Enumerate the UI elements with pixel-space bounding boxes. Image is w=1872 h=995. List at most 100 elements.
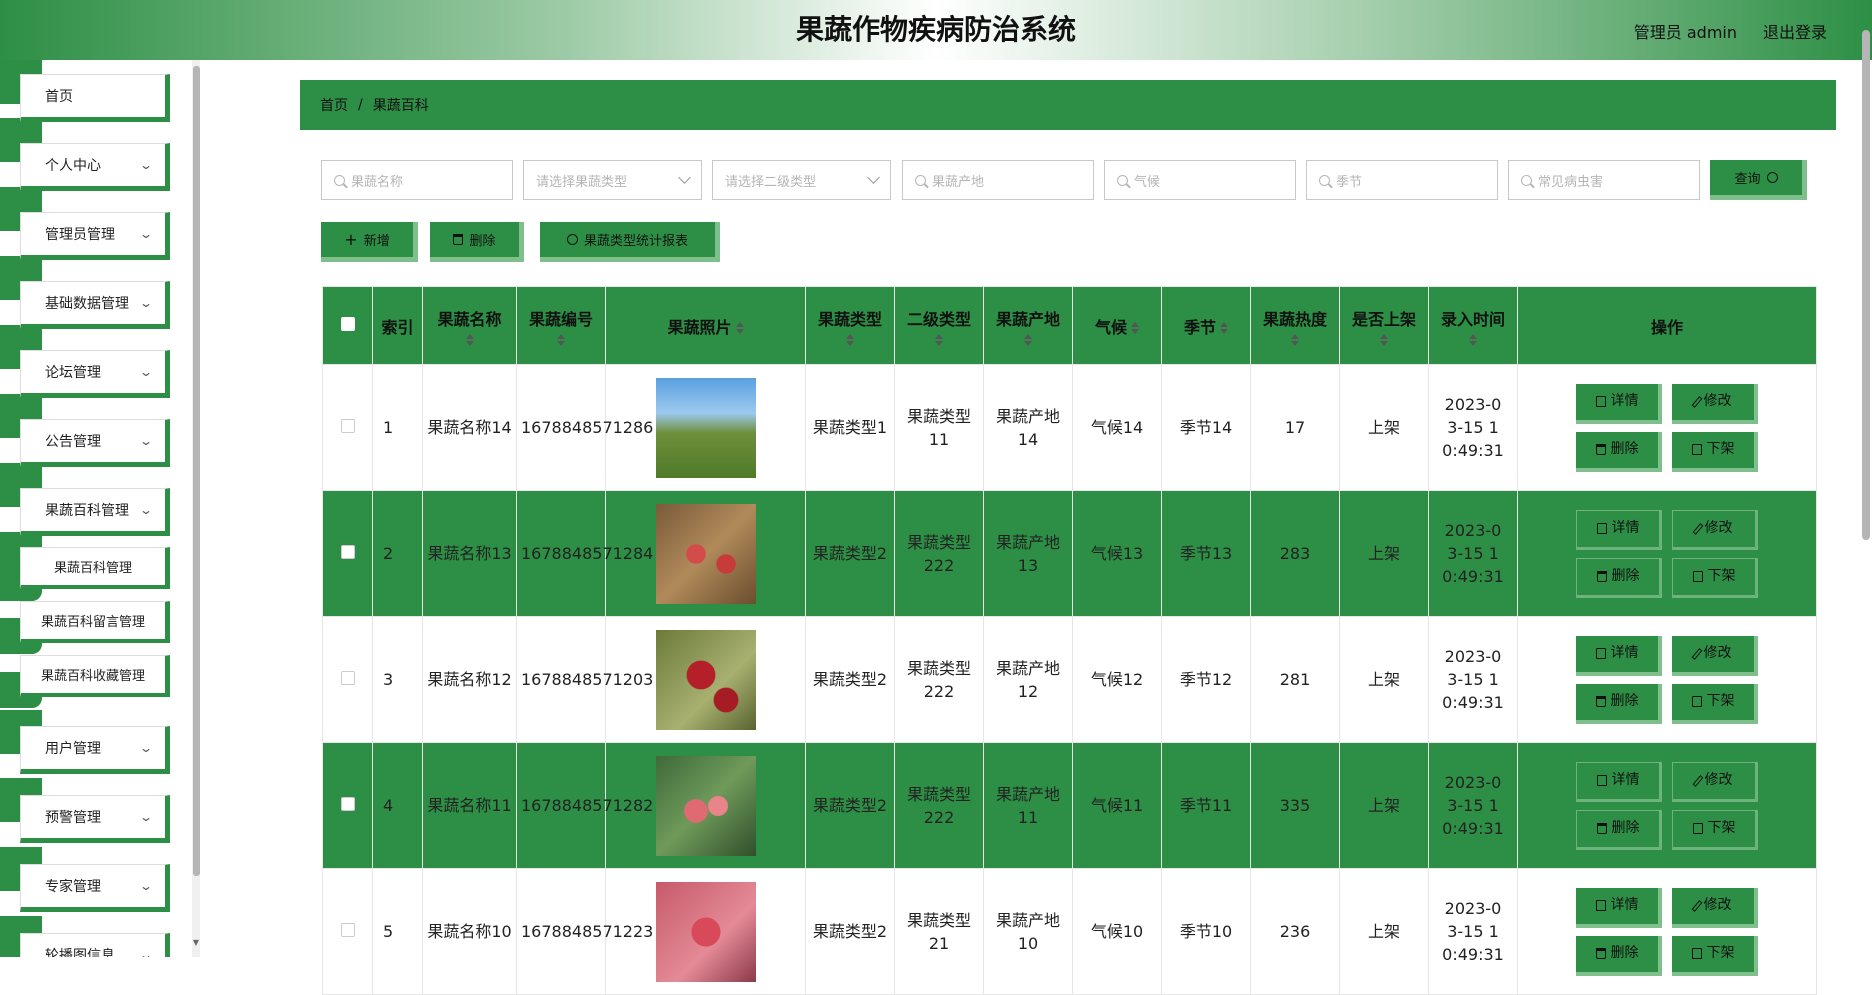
type-select[interactable]: 请选择果蔬类型 bbox=[523, 160, 702, 200]
col-name[interactable]: 果蔬名称 bbox=[422, 286, 517, 365]
detail-button[interactable]: 详情 bbox=[1576, 383, 1662, 424]
col-origin[interactable]: 果蔬产地 bbox=[983, 286, 1073, 365]
table-header-row: 索引 果蔬名称 果蔬编号 果蔬照片 果蔬类型 二级类型 果蔬产地 气候 季节 果… bbox=[322, 286, 1817, 365]
fruit-photo[interactable] bbox=[655, 503, 756, 604]
edit-button[interactable]: 修改 bbox=[1672, 887, 1758, 928]
col-code[interactable]: 果蔬编号 bbox=[516, 286, 606, 365]
row-checkbox[interactable] bbox=[322, 490, 373, 617]
col-index: 索引 bbox=[372, 286, 423, 365]
document-icon bbox=[1691, 948, 1702, 959]
cell-onshelf: 上架 bbox=[1339, 616, 1429, 743]
query-button[interactable]: 查询 bbox=[1710, 160, 1807, 200]
col-photo[interactable]: 果蔬照片 bbox=[605, 286, 806, 365]
delete-button[interactable]: 删除 bbox=[1576, 557, 1662, 598]
offshelf-button[interactable]: 下架 bbox=[1672, 431, 1758, 472]
cell-origin: 果蔬产地11 bbox=[983, 742, 1073, 869]
delete-button[interactable]: 删除 bbox=[1576, 809, 1662, 850]
col-ops: 操作 bbox=[1517, 286, 1817, 365]
subtype-select[interactable]: 请选择二级类型 bbox=[712, 160, 891, 200]
sidebar-item-admin[interactable]: 管理员管理 ⌄ bbox=[20, 212, 170, 260]
col-climate[interactable]: 气候 bbox=[1072, 286, 1162, 365]
cell-onshelf: 上架 bbox=[1339, 490, 1429, 617]
trash-icon bbox=[1595, 444, 1606, 455]
row-checkbox[interactable] bbox=[322, 616, 373, 743]
sidebar-subitem-comments[interactable]: 果蔬百科留言管理 bbox=[20, 601, 170, 643]
cell-ops: 详情 修改 删除 下架 bbox=[1517, 364, 1817, 491]
cell-season: 季节12 bbox=[1161, 616, 1251, 743]
cell-subtype: 果蔬类型11 bbox=[894, 364, 984, 491]
edit-button[interactable]: 修改 bbox=[1672, 761, 1758, 802]
chevron-down-icon: ⌄ bbox=[138, 296, 154, 310]
col-season[interactable]: 季节 bbox=[1161, 286, 1251, 365]
breadcrumb: 首页 / 果蔬百科 bbox=[300, 80, 1836, 130]
search-icon bbox=[915, 174, 926, 186]
sidebar-item-carousel[interactable]: 轮播图信息 ⌄ bbox=[20, 933, 170, 957]
batch-delete-button[interactable]: 删除 bbox=[430, 222, 524, 262]
row-checkbox[interactable] bbox=[322, 364, 373, 491]
sidebar-item-experts[interactable]: 专家管理 ⌄ bbox=[20, 864, 170, 912]
cell-season: 季节13 bbox=[1161, 490, 1251, 617]
detail-button[interactable]: 详情 bbox=[1576, 887, 1662, 928]
sidebar-item-personal[interactable]: 个人中心 ⌄ bbox=[20, 143, 170, 191]
sidebar-item-notice[interactable]: 公告管理 ⌄ bbox=[20, 419, 170, 467]
cell-type: 果蔬类型2 bbox=[805, 868, 895, 995]
offshelf-button[interactable]: 下架 bbox=[1672, 809, 1758, 850]
search-origin-input[interactable]: 果蔬产地 bbox=[902, 160, 1094, 200]
col-heat[interactable]: 果蔬热度 bbox=[1250, 286, 1340, 365]
fruit-photo[interactable] bbox=[655, 755, 756, 856]
sidebar-item-encyclopedia[interactable]: 果蔬百科管理 ⌄ bbox=[20, 488, 170, 536]
edit-button[interactable]: 修改 bbox=[1672, 383, 1758, 424]
col-time[interactable]: 录入时间 bbox=[1428, 286, 1518, 365]
search-season-input[interactable]: 季节 bbox=[1306, 160, 1498, 200]
edit-button[interactable]: 修改 bbox=[1672, 635, 1758, 676]
search-climate-input[interactable]: 气候 bbox=[1104, 160, 1296, 200]
row-checkbox[interactable] bbox=[322, 742, 373, 869]
cell-onshelf: 上架 bbox=[1339, 364, 1429, 491]
sidebar-scrollbar-thumb[interactable] bbox=[193, 66, 200, 876]
cell-name: 果蔬名称10 bbox=[422, 868, 517, 995]
sidebar-item-users[interactable]: 用户管理 ⌄ bbox=[20, 726, 170, 774]
sidebar-subitem-encyclopedia[interactable]: 果蔬百科管理 bbox=[20, 547, 170, 589]
encyclopedia-table: 索引 果蔬名称 果蔬编号 果蔬照片 果蔬类型 二级类型 果蔬产地 气候 季节 果… bbox=[322, 286, 1817, 995]
cell-climate: 气候14 bbox=[1072, 364, 1162, 491]
col-onshelf[interactable]: 是否上架 bbox=[1339, 286, 1429, 365]
type-report-button[interactable]: 果蔬类型统计报表 bbox=[540, 222, 720, 262]
sidebar-item-warning[interactable]: 预警管理 ⌄ bbox=[20, 795, 170, 843]
col-type[interactable]: 果蔬类型 bbox=[805, 286, 895, 365]
sidebar-subitem-favorites[interactable]: 果蔬百科收藏管理 bbox=[20, 655, 170, 697]
pencil-icon bbox=[1691, 647, 1702, 660]
col-subtype[interactable]: 二级类型 bbox=[894, 286, 984, 365]
fruit-photo[interactable] bbox=[655, 629, 756, 730]
offshelf-button[interactable]: 下架 bbox=[1672, 935, 1758, 976]
delete-button[interactable]: 删除 bbox=[1576, 935, 1662, 976]
delete-button[interactable]: 删除 bbox=[1576, 431, 1662, 472]
detail-button[interactable]: 详情 bbox=[1576, 509, 1662, 550]
chevron-down-icon: ⌄ bbox=[138, 741, 154, 755]
row-checkbox[interactable] bbox=[322, 868, 373, 995]
sidebar-item-basedata[interactable]: 基础数据管理 ⌄ bbox=[20, 281, 170, 329]
detail-button[interactable]: 详情 bbox=[1576, 761, 1662, 802]
logout-link[interactable]: 退出登录 bbox=[1763, 19, 1827, 43]
edit-button[interactable]: 修改 bbox=[1672, 509, 1758, 550]
sort-icon bbox=[1220, 322, 1228, 334]
sidebar-item-home[interactable]: 首页 bbox=[20, 74, 170, 122]
document-icon bbox=[1596, 775, 1607, 786]
offshelf-button[interactable]: 下架 bbox=[1672, 683, 1758, 724]
offshelf-button[interactable]: 下架 bbox=[1672, 557, 1758, 598]
chevron-down-icon: ⌄ bbox=[138, 434, 154, 448]
main-scrollbar-thumb[interactable] bbox=[1862, 30, 1870, 540]
scroll-down-icon[interactable]: ▼ bbox=[192, 938, 200, 947]
cell-type: 果蔬类型2 bbox=[805, 490, 895, 617]
document-icon bbox=[1596, 523, 1607, 534]
trash-icon bbox=[1595, 696, 1606, 707]
add-button[interactable]: + 新增 bbox=[321, 222, 418, 262]
breadcrumb-home[interactable]: 首页 bbox=[320, 95, 348, 115]
fruit-photo[interactable] bbox=[655, 881, 756, 982]
search-pest-input[interactable]: 常见病虫害 bbox=[1508, 160, 1700, 200]
search-name-input[interactable]: 果蔬名称 bbox=[321, 160, 513, 200]
select-all-checkbox[interactable] bbox=[322, 286, 373, 365]
fruit-photo[interactable] bbox=[655, 377, 756, 478]
delete-button[interactable]: 删除 bbox=[1576, 683, 1662, 724]
sidebar-item-forum[interactable]: 论坛管理 ⌄ bbox=[20, 350, 170, 398]
detail-button[interactable]: 详情 bbox=[1576, 635, 1662, 676]
